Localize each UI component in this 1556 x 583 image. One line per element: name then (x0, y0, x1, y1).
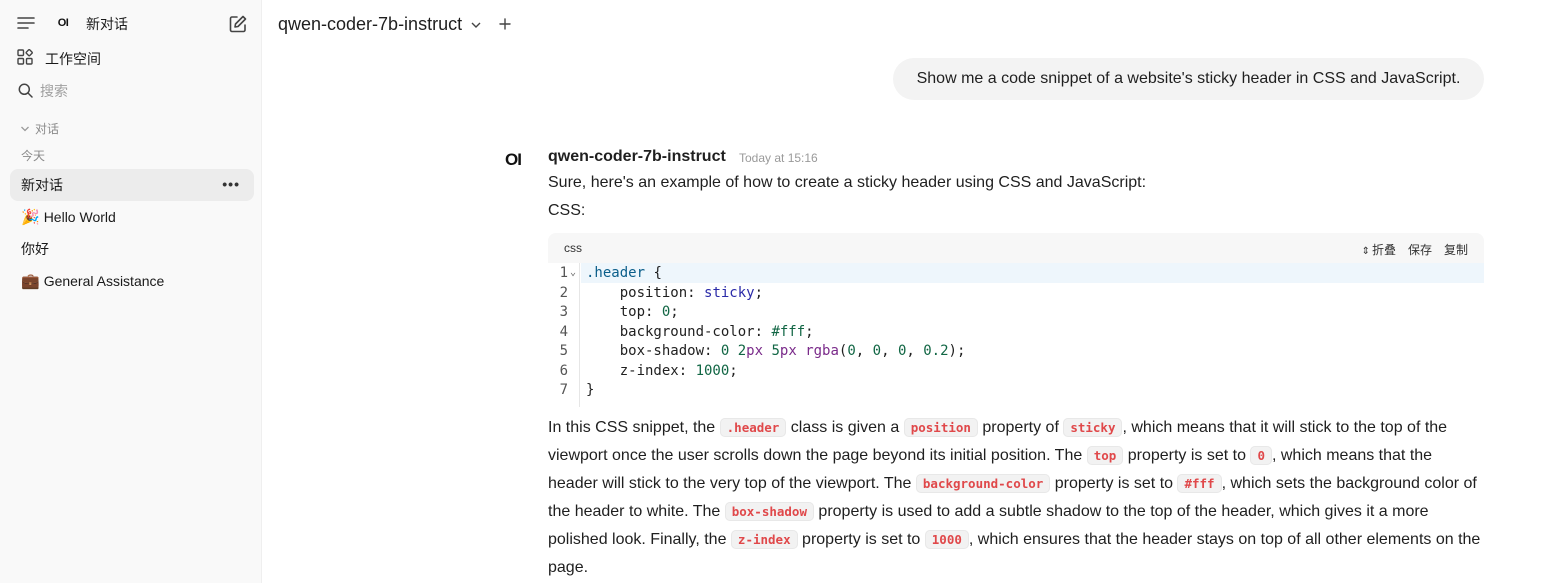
inline-code: box-shadow (724, 502, 814, 521)
copy-button[interactable]: 复制 (1444, 241, 1468, 258)
chat-item-label: General Assistance (43, 273, 165, 289)
chat-item-new[interactable]: 新对话 ••• (10, 169, 254, 201)
line-number: 1 (559, 265, 568, 281)
code-actions: ⇕ 折叠 保存 复制 (1350, 241, 1468, 258)
save-button[interactable]: 保存 (1408, 241, 1432, 258)
code-language-label: css (564, 241, 582, 255)
new-chat-title[interactable]: 新对话 (86, 14, 128, 34)
chevron-down-icon (471, 22, 481, 28)
chat-item-hello-world[interactable]: 🎉 Hello World (10, 201, 254, 233)
line-number: 2 (559, 285, 568, 301)
code-block: css ⇕ 折叠 保存 复制 1 ⌄ 2 3 4 5 6 7 .header { … (548, 233, 1484, 407)
line-number: 3 (559, 304, 568, 320)
code-line: z-index: 1000; (586, 363, 738, 379)
line-number: 5 (559, 343, 568, 359)
code-selector: .header (586, 265, 646, 281)
chats-section-toggle[interactable]: 对话 (20, 120, 59, 137)
inline-code: 0 (1250, 446, 1272, 465)
chat-item-label: Hello World (43, 209, 116, 225)
search-icon (18, 83, 33, 98)
briefcase-icon: 💼 (21, 273, 40, 290)
css-label: CSS: (548, 202, 586, 219)
add-model-plus-icon[interactable] (499, 18, 511, 30)
code-line: background-color: #fff; (586, 324, 814, 340)
new-chat-edit-icon[interactable] (228, 14, 248, 34)
inline-code: .header (719, 418, 787, 437)
message-timestamp: Today at 15:16 (739, 151, 818, 165)
more-options-icon[interactable]: ••• (222, 177, 240, 191)
chats-section-label: 对话 (35, 122, 60, 136)
inline-code: background-color (915, 474, 1051, 493)
chat-item-label: 新对话 (21, 177, 63, 193)
line-number: 4 (559, 324, 568, 340)
workspace-link[interactable]: 工作空间 (45, 49, 101, 69)
user-message-bubble: Show me a code snippet of a website's st… (893, 58, 1484, 100)
workspace-icon[interactable] (17, 49, 33, 65)
code-value: 0 (661, 304, 671, 320)
assistant-explanation: In this CSS snippet, the .header class i… (548, 418, 1481, 576)
assistant-intro-text: Sure, here's an example of how to create… (548, 174, 1147, 191)
chat-item-label: 你好 (21, 241, 49, 257)
inline-code: z-index (730, 530, 798, 549)
code-value: #fff (771, 324, 806, 340)
code-value: sticky (704, 285, 755, 301)
chat-item-nihao[interactable]: 你好 (10, 233, 254, 265)
party-popper-icon: 🎉 (21, 209, 40, 226)
code-header: css ⇕ 折叠 保存 复制 (548, 233, 1484, 263)
sidebar: OI 新对话 工作空间 对话 今天 新对话 ••• 🎉 Hello World … (0, 0, 262, 583)
line-number: 6 (559, 363, 568, 379)
fold-arrows-icon: ⇕ (1361, 246, 1370, 257)
inline-code: top (1086, 446, 1124, 465)
search-input[interactable] (40, 80, 240, 102)
fold-chevron-icon[interactable]: ⌄ (570, 267, 576, 278)
code-line: } (586, 382, 595, 398)
assistant-avatar: OI (505, 150, 522, 169)
model-name: qwen-coder-7b-instruct (278, 14, 463, 34)
inline-code: position (903, 418, 978, 437)
menu-icon[interactable] (17, 15, 35, 31)
chevron-down-icon (21, 126, 29, 131)
line-number: 7 (559, 382, 568, 398)
code-value: 1000 (695, 363, 730, 379)
code-line: top: 0; (586, 304, 679, 320)
inline-code: #fff (1177, 474, 1222, 493)
line-number-gutter: 1 ⌄ 2 3 4 5 6 7 (548, 263, 580, 407)
code-line: position: sticky; (586, 285, 764, 301)
code-line: .header { (586, 265, 662, 281)
assistant-name: qwen-coder-7b-instruct (548, 148, 726, 165)
app-logo: OI (57, 17, 69, 29)
active-line-highlight (581, 263, 1484, 283)
fold-label: 折叠 (1371, 243, 1396, 257)
code-editor[interactable]: 1 ⌄ 2 3 4 5 6 7 .header { position: stic… (548, 263, 1484, 407)
code-line: box-shadow: 0 2px 5px rgba(0, 0, 0, 0.2)… (586, 343, 966, 359)
inline-code: 1000 (924, 530, 969, 549)
group-label-today: 今天 (21, 149, 46, 163)
model-selector[interactable]: qwen-coder-7b-instruct (278, 14, 482, 35)
inline-code: sticky (1063, 418, 1123, 437)
chat-item-general-assistance[interactable]: 💼 General Assistance (10, 265, 254, 297)
fold-button[interactable]: ⇕ 折叠 (1362, 241, 1396, 258)
